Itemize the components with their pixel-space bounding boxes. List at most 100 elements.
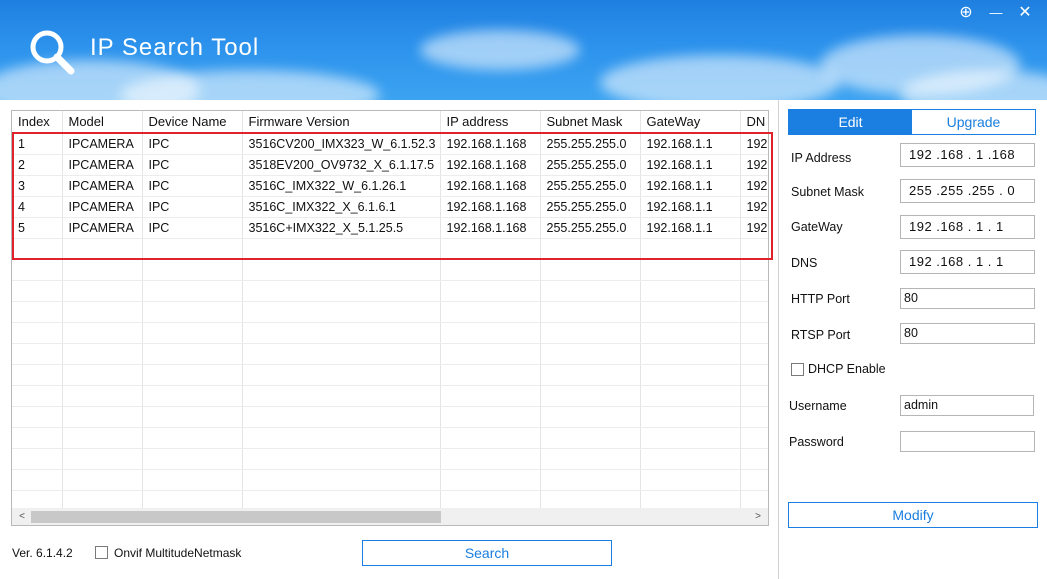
table-cell: 192: [740, 196, 768, 218]
table-cell: [242, 322, 441, 344]
table-row[interactable]: 3 IPCAMERA IPC 3516C_IMX322_W_6.1.26.1 192.1…: [12, 175, 768, 197]
table-cell: [540, 469, 641, 491]
table-cell: [12, 238, 63, 260]
scroll-left-icon[interactable]: <: [14, 509, 30, 525]
tab-upgrade[interactable]: Upgrade: [912, 110, 1035, 134]
table-cell: [12, 259, 63, 281]
column-header[interactable]: Model: [62, 111, 143, 134]
column-header[interactable]: IP address: [440, 111, 541, 134]
table-cell: [740, 301, 768, 323]
dhcp-enable-checkbox[interactable]: [791, 363, 804, 376]
table-cell: [640, 385, 741, 407]
table-cell: [142, 427, 243, 449]
table-cell: [142, 259, 243, 281]
username-input[interactable]: admin: [900, 395, 1034, 416]
table-row[interactable]: 4 IPCAMERA IPC 3516C_IMX322_X_6.1.6.1 192.16…: [12, 196, 768, 218]
table-cell: [242, 238, 441, 260]
table-cell: [640, 322, 741, 344]
empty-table-row: [12, 427, 768, 449]
table-cell: [242, 427, 441, 449]
panel-divider: [778, 100, 779, 579]
empty-table-row: [12, 385, 768, 407]
scrollbar-thumb[interactable]: [31, 511, 441, 523]
column-header[interactable]: Firmware Version: [242, 111, 441, 134]
table-cell: [142, 343, 243, 365]
http-port-input[interactable]: 80: [900, 288, 1035, 309]
username-label: Username: [789, 399, 847, 413]
table-cell: [640, 469, 741, 491]
empty-table-row: [12, 259, 768, 281]
table-cell: [12, 448, 63, 470]
table-cell: [142, 406, 243, 428]
table-cell: [62, 259, 143, 281]
table-cell: [62, 385, 143, 407]
table-row[interactable]: 2 IPCAMERA IPC 3518EV200_OV9732_X_6.1.17.5 1…: [12, 154, 768, 176]
close-button[interactable]: ✕: [1014, 2, 1036, 24]
empty-table-row: [12, 364, 768, 386]
table-cell: 255.255.255.0: [540, 175, 641, 197]
subnet-mask-input[interactable]: 255 .255 .255 . 0: [900, 179, 1035, 203]
table-cell: [640, 238, 741, 260]
table-cell: [540, 364, 641, 386]
dns-input[interactable]: 192 .168 . 1 . 1: [900, 250, 1035, 274]
table-cell: IPCAMERA: [62, 175, 143, 197]
table-cell: IPCAMERA: [62, 154, 143, 176]
table-cell: [440, 469, 541, 491]
table-cell: [242, 259, 441, 281]
column-header[interactable]: Device Name: [142, 111, 243, 134]
table-cell: [440, 364, 541, 386]
modify-button[interactable]: Modify: [788, 502, 1038, 528]
subnet-mask-label: Subnet Mask: [791, 185, 864, 199]
password-input[interactable]: [900, 431, 1035, 452]
table-row[interactable]: 5 IPCAMERA IPC 3516C+IMX322_X_5.1.25.5 192.1…: [12, 217, 768, 239]
title-bar: IP Search Tool ⊕ — ✕: [0, 0, 1047, 100]
add-window-icon[interactable]: ⊕: [955, 2, 977, 24]
minimize-button[interactable]: —: [985, 2, 1007, 24]
table-cell: [62, 322, 143, 344]
column-header[interactable]: GateWay: [640, 111, 741, 134]
table-cell: [440, 301, 541, 323]
ip-address-input[interactable]: 192 .168 . 1 .168: [900, 143, 1035, 167]
table-cell: 192.168.1.1: [640, 196, 741, 218]
table-cell: [540, 259, 641, 281]
table-cell: [12, 385, 63, 407]
table-cell: [12, 280, 63, 302]
table-cell: [242, 280, 441, 302]
table-cell: [242, 301, 441, 323]
horizontal-scrollbar[interactable]: < >: [11, 508, 769, 526]
table-cell: [62, 343, 143, 365]
table-row[interactable]: 1 IPCAMERA IPC 3516CV200_IMX323_W_6.1.52.3 1…: [12, 133, 768, 155]
table-cell: 192: [740, 154, 768, 176]
column-header[interactable]: DN: [740, 111, 768, 134]
table-cell: [540, 280, 641, 302]
onvif-multitude-netmask-checkbox[interactable]: [95, 546, 108, 559]
table-cell: [440, 427, 541, 449]
empty-table-row: [12, 322, 768, 344]
table-cell: 3518EV200_OV9732_X_6.1.17.5: [242, 154, 441, 176]
tab-edit[interactable]: Edit: [789, 110, 912, 134]
table-cell: IPC: [142, 133, 243, 155]
table-cell: [740, 343, 768, 365]
table-cell: [142, 364, 243, 386]
scroll-right-icon[interactable]: >: [750, 509, 766, 525]
table-cell: 3: [12, 175, 63, 197]
table-cell: [440, 385, 541, 407]
table-cell: 192.168.1.1: [640, 154, 741, 176]
http-port-label: HTTP Port: [791, 292, 850, 306]
table-cell: 192: [740, 175, 768, 197]
empty-table-row: [12, 238, 768, 260]
gateway-label: GateWay: [791, 220, 843, 234]
table-cell: 192.168.1.168: [440, 133, 541, 155]
table-cell: [540, 448, 641, 470]
table-cell: [142, 280, 243, 302]
column-header[interactable]: Subnet Mask: [540, 111, 641, 134]
table-cell: [440, 280, 541, 302]
gateway-input[interactable]: 192 .168 . 1 . 1: [900, 215, 1035, 239]
table-cell: [540, 301, 641, 323]
search-button[interactable]: Search: [362, 540, 612, 566]
table-cell: [640, 343, 741, 365]
table-cell: [640, 448, 741, 470]
empty-table-row: [12, 469, 768, 491]
column-header[interactable]: Index: [12, 111, 63, 134]
rtsp-port-input[interactable]: 80: [900, 323, 1035, 344]
